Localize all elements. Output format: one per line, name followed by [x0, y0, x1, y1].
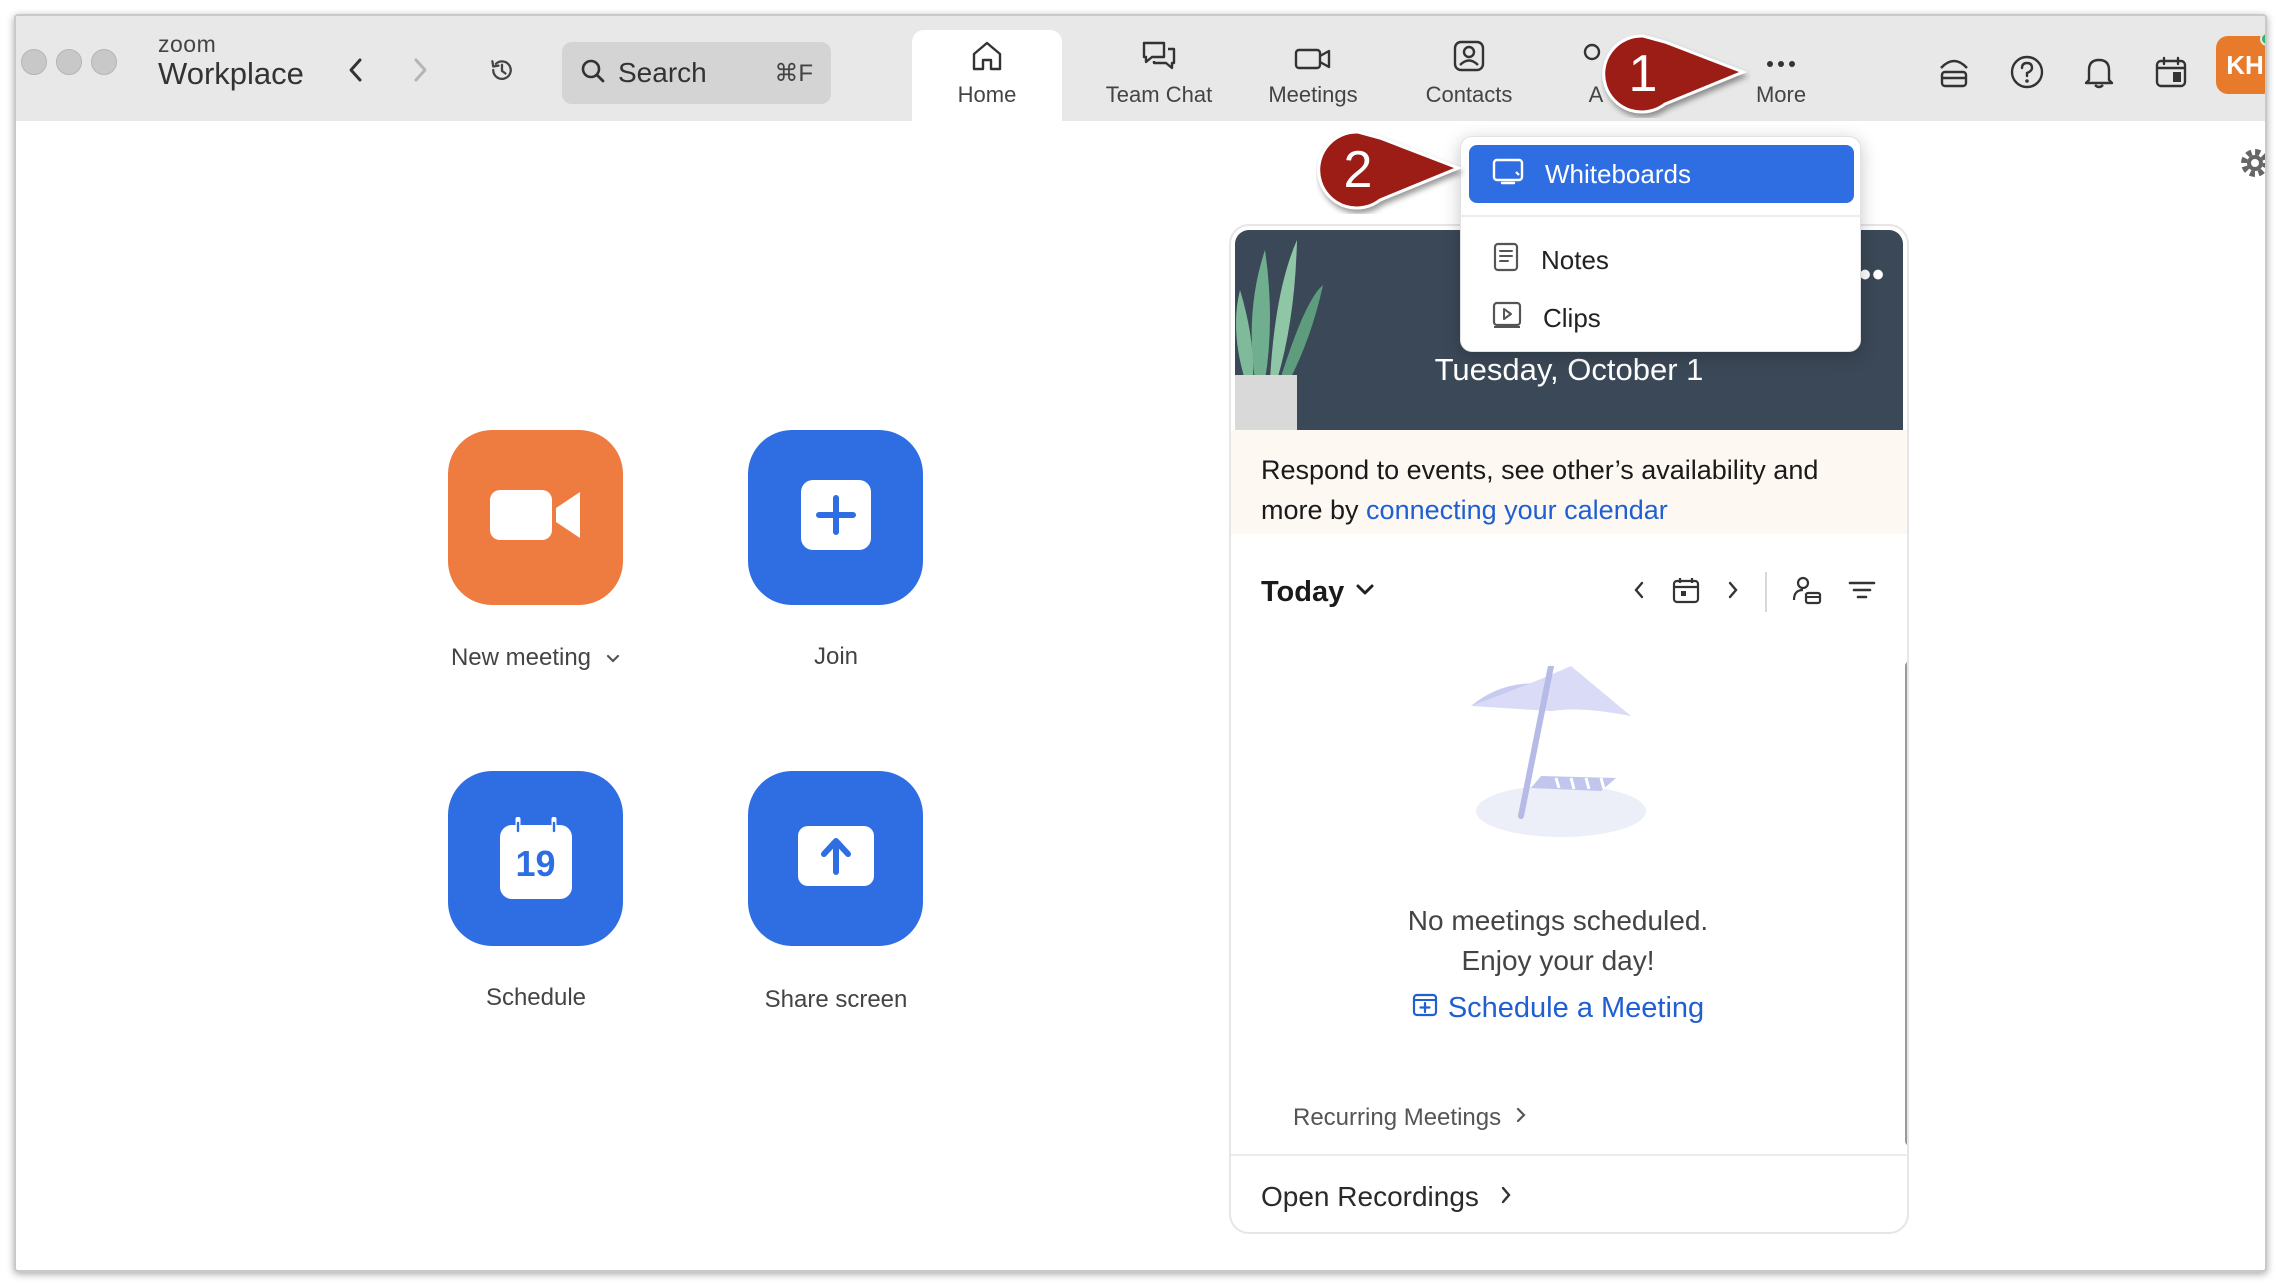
panel-scrollbar[interactable] — [1905, 661, 1907, 1146]
zoom-window: zoom Workplace Search ⌘F Home Team Chat … — [14, 14, 2267, 1272]
calendar-plus-icon — [1412, 991, 1438, 1025]
tab-label: Contacts — [1425, 82, 1513, 107]
zoom-window-button[interactable] — [91, 49, 117, 75]
brand-zoom-text: zoom — [158, 31, 217, 57]
app-logo: zoom Workplace — [158, 32, 304, 92]
whiteboard-icon — [1491, 157, 1525, 192]
home-icon — [969, 30, 1005, 74]
clips-icon — [1491, 300, 1523, 337]
open-recordings-link[interactable]: Open Recordings — [1261, 1181, 1513, 1213]
no-meetings-message: No meetings scheduled. Enjoy your day! — [1231, 901, 1885, 981]
chat-icon — [1140, 30, 1178, 74]
connect-calendar-prompt: Respond to events, see other’s availabil… — [1231, 430, 1907, 534]
calendar-panel: 1 Tuesday, October 1 ••• Respond to even… — [1229, 224, 1909, 1234]
step-callout-2: 2 — [1316, 124, 1466, 214]
share-screen-button[interactable] — [748, 771, 923, 946]
open-recordings-label: Open Recordings — [1261, 1181, 1479, 1212]
menu-item-label: Notes — [1541, 244, 1609, 275]
current-date: Tuesday, October 1 — [1434, 352, 1704, 387]
callout-number: 2 — [1343, 141, 1373, 199]
brand-workplace-text: Workplace — [158, 56, 304, 91]
share-upload-icon — [796, 824, 876, 893]
plus-icon — [799, 478, 873, 557]
tab-label: Team Chat — [1105, 82, 1213, 107]
menu-divider — [1461, 215, 1862, 217]
tab-home[interactable]: Home — [912, 30, 1062, 121]
more-icon — [1763, 30, 1799, 74]
new-meeting-label: New meeting — [450, 644, 592, 671]
tab-contacts[interactable]: Contacts — [1394, 30, 1544, 121]
tab-team-chat[interactable]: Team Chat — [1084, 30, 1234, 121]
recurring-meetings-link[interactable]: Recurring Meetings — [1293, 1104, 1527, 1132]
forward-icon[interactable] — [406, 56, 434, 84]
new-meeting-label-row[interactable]: New meeting — [386, 644, 686, 672]
avatar[interactable]: KH — [2216, 32, 2265, 94]
calendar-day-icon: 19 — [498, 816, 574, 901]
filter-icon[interactable] — [1847, 578, 1877, 607]
tab-label: Home — [957, 82, 1017, 107]
join-button[interactable] — [748, 430, 923, 605]
menu-item-notes[interactable]: Notes — [1469, 231, 1854, 289]
notes-icon — [1491, 241, 1521, 280]
video-camera-icon — [488, 486, 584, 549]
schedule-meeting-label: Schedule a Meeting — [1447, 991, 1705, 1024]
tab-label: More — [1755, 82, 1807, 107]
help-icon[interactable] — [2009, 54, 2045, 90]
calendar-tools — [1631, 572, 1877, 612]
chevron-down-icon[interactable] — [605, 644, 621, 672]
search-placeholder: Search — [618, 57, 707, 88]
chevron-down-icon[interactable] — [1354, 582, 1376, 603]
calendar-icon[interactable] — [2153, 54, 2189, 90]
status-indicator — [2260, 32, 2265, 46]
callout-number: 1 — [1628, 45, 1658, 103]
calendar-day-number: 19 — [515, 842, 556, 884]
step-callout-1: 1 — [1601, 28, 1751, 118]
chevron-right-icon — [1499, 1181, 1513, 1213]
menu-item-label: Clips — [1543, 302, 1601, 333]
avatar-initials: KH — [2226, 49, 2264, 80]
previous-day-icon[interactable] — [1631, 579, 1647, 606]
search-icon — [580, 58, 606, 89]
availability-icon[interactable] — [1791, 574, 1823, 611]
close-window-button[interactable] — [21, 49, 47, 75]
recurring-meetings-label: Recurring Meetings — [1293, 1104, 1502, 1131]
schedule-label: Schedule — [485, 984, 587, 1011]
connect-calendar-text: Respond to events, see other’s availabil… — [1261, 450, 1877, 530]
today-dropdown[interactable]: Today — [1261, 576, 1344, 609]
search-shortcut: ⌘F — [774, 59, 813, 87]
toolbar-divider — [1765, 572, 1767, 612]
calendar-toolbar: Today — [1231, 556, 1907, 628]
huddle-icon[interactable] — [1936, 54, 1972, 90]
no-meetings-line1: No meetings scheduled. — [1407, 905, 1709, 936]
history-icon[interactable] — [488, 56, 516, 84]
title-bar: zoom Workplace Search ⌘F Home Team Chat … — [16, 16, 2265, 121]
schedule-button[interactable]: 19 — [448, 771, 623, 946]
video-icon — [1293, 30, 1333, 74]
divider — [1231, 1154, 1907, 1156]
back-icon[interactable] — [342, 56, 370, 84]
menu-item-whiteboards[interactable]: Whiteboards — [1469, 145, 1854, 203]
search-input[interactable]: Search ⌘F — [562, 42, 831, 104]
tab-meetings[interactable]: Meetings — [1238, 30, 1388, 121]
contacts-icon — [1451, 30, 1487, 74]
notifications-bell-icon[interactable] — [2081, 54, 2117, 90]
share-screen-label: Share screen — [764, 986, 908, 1013]
menu-item-label: Whiteboards — [1545, 158, 1691, 189]
join-label: Join — [813, 643, 859, 670]
minimize-window-button[interactable] — [56, 49, 82, 75]
beach-umbrella-illustration — [1471, 666, 1646, 837]
plant-illustration — [1235, 240, 1323, 430]
no-meetings-line2: Enjoy your day! — [1461, 945, 1655, 976]
chevron-right-icon — [1515, 1104, 1527, 1132]
new-meeting-button[interactable] — [448, 430, 623, 605]
more-dropdown-menu: Whiteboards Notes Clips — [1460, 136, 1862, 352]
menu-item-clips[interactable]: Clips — [1469, 289, 1854, 347]
calendar-picker-icon[interactable] — [1671, 575, 1701, 610]
next-day-icon[interactable] — [1725, 579, 1741, 606]
settings-gear-icon[interactable] — [2238, 146, 2265, 180]
schedule-meeting-link[interactable]: Schedule a Meeting — [1231, 991, 1885, 1025]
connect-calendar-link[interactable]: connecting your calendar — [1366, 495, 1668, 525]
tab-label: Meetings — [1268, 82, 1358, 107]
